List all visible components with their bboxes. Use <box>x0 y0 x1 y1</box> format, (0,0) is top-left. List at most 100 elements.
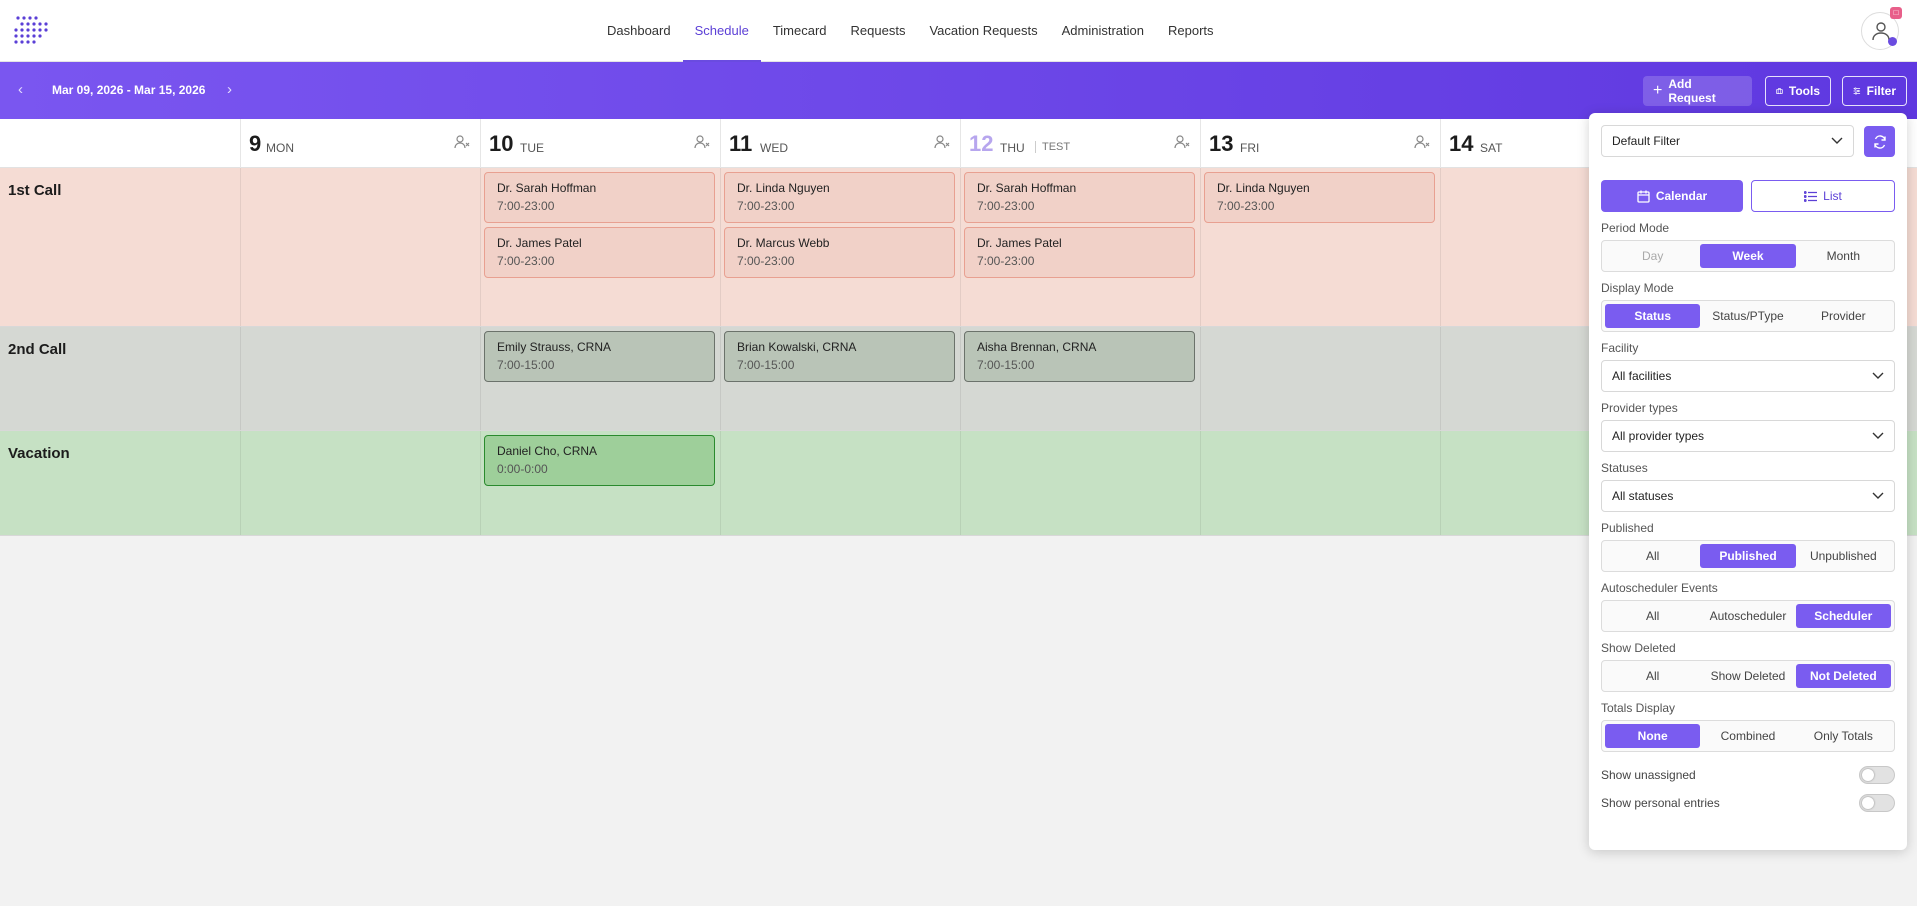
user-avatar[interactable]: □ <box>1861 7 1902 50</box>
column-divider <box>1200 327 1201 430</box>
provider-types-value: All provider types <box>1612 429 1705 443</box>
period-mode-segment: Day Week Month <box>1601 240 1895 272</box>
event-provider-name: Aisha Brennan, CRNA <box>977 340 1097 354</box>
show-personal-toggle[interactable] <box>1859 794 1895 812</box>
day-header-fri: 13 FRI <box>1200 119 1440 168</box>
deleted-not-deleted-option[interactable]: Not Deleted <box>1795 664 1891 688</box>
row-label: 1st Call <box>8 182 62 199</box>
add-request-button[interactable]: + Add Request <box>1643 76 1752 106</box>
list-view-button[interactable]: List <box>1751 180 1895 212</box>
statuses-select[interactable]: All statuses <box>1601 480 1895 512</box>
autoscheduler-scheduler-option[interactable]: Scheduler <box>1795 604 1891 628</box>
shift-event[interactable]: Emily Strauss, CRNA 7:00-15:00 <box>484 331 715 382</box>
deleted-show-option[interactable]: Show Deleted <box>1700 664 1795 688</box>
facility-select[interactable]: All facilities <box>1601 360 1895 392</box>
calendar-icon <box>1637 190 1650 203</box>
remove-person-icon[interactable] <box>1414 135 1430 154</box>
calendar-view-button[interactable]: Calendar <box>1601 180 1743 212</box>
totals-only-option[interactable]: Only Totals <box>1796 724 1891 748</box>
refresh-filter-button[interactable] <box>1864 126 1895 157</box>
shift-event[interactable]: Dr. James Patel 7:00-23:00 <box>964 227 1195 278</box>
event-provider-name: Dr. Linda Nguyen <box>1217 181 1310 195</box>
column-divider <box>1440 327 1441 430</box>
shift-event[interactable]: Aisha Brennan, CRNA 7:00-15:00 <box>964 331 1195 382</box>
shift-event[interactable]: Dr. Linda Nguyen 7:00-23:00 <box>724 172 955 223</box>
column-divider <box>720 327 721 430</box>
day-name: SAT <box>1480 141 1503 155</box>
day-number: 13 <box>1209 131 1234 156</box>
nav-dashboard[interactable]: Dashboard <box>595 0 683 62</box>
plus-icon: + <box>1653 82 1663 99</box>
display-status-option[interactable]: Status <box>1605 304 1701 328</box>
nav-requests[interactable]: Requests <box>839 0 918 62</box>
remove-person-icon[interactable] <box>694 135 710 154</box>
column-divider <box>1200 168 1201 326</box>
show-unassigned-label: Show unassigned <box>1601 768 1696 782</box>
nav-reports[interactable]: Reports <box>1156 0 1226 62</box>
shift-event[interactable]: Daniel Cho, CRNA 0:00-0:00 <box>484 435 715 486</box>
deleted-all-option[interactable]: All <box>1605 664 1700 688</box>
period-month-option[interactable]: Month <box>1796 244 1891 268</box>
tools-button[interactable]: Tools <box>1765 76 1831 106</box>
nav-schedule[interactable]: Schedule <box>682 0 762 62</box>
published-published-option[interactable]: Published <box>1700 544 1796 568</box>
column-divider <box>960 431 961 535</box>
published-unpublished-option[interactable]: Unpublished <box>1796 544 1891 568</box>
tools-label: Tools <box>1788 84 1820 98</box>
shift-event[interactable]: Brian Kowalski, CRNA 7:00-15:00 <box>724 331 955 382</box>
date-range-label: Mar 09, 2026 - Mar 15, 2026 <box>52 83 206 97</box>
facility-label: Facility <box>1601 341 1639 355</box>
next-week-icon[interactable]: › <box>227 81 232 98</box>
filter-panel: Default Filter Calendar List Period Mode… <box>1589 113 1907 850</box>
shift-event[interactable]: Dr. Marcus Webb 7:00-23:00 <box>724 227 955 278</box>
day-header-tue: 10 TUE <box>480 119 720 168</box>
published-segment: All Published Unpublished <box>1601 540 1895 572</box>
filter-button[interactable]: Filter <box>1842 76 1907 106</box>
day-header-mon: 9 MON <box>240 119 480 168</box>
show-unassigned-toggle[interactable] <box>1859 766 1895 784</box>
filter-preset-value: Default Filter <box>1612 134 1681 148</box>
day-tag: TEST <box>1035 141 1070 153</box>
app-logo[interactable] <box>12 14 56 46</box>
column-divider <box>720 168 721 326</box>
nav-administration[interactable]: Administration <box>1050 0 1156 62</box>
published-all-option[interactable]: All <box>1605 544 1700 568</box>
remove-person-icon[interactable] <box>454 135 470 154</box>
event-provider-name: Dr. James Patel <box>497 236 582 250</box>
column-divider <box>960 168 961 326</box>
shift-event[interactable]: Dr. James Patel 7:00-23:00 <box>484 227 715 278</box>
nav-timecard[interactable]: Timecard <box>761 0 839 62</box>
top-nav: Dashboard Schedule Timecard Requests Vac… <box>0 0 1917 62</box>
prev-week-icon[interactable]: ‹ <box>18 81 23 98</box>
event-time: 7:00-15:00 <box>497 358 555 372</box>
autoscheduler-autoscheduler-option[interactable]: Autoscheduler <box>1700 604 1795 628</box>
day-name: TUE <box>520 141 544 155</box>
shift-event[interactable]: Dr. Sarah Hoffman 7:00-23:00 <box>964 172 1195 223</box>
show-unassigned-row: Show unassigned <box>1601 766 1895 784</box>
nav-vacation-requests[interactable]: Vacation Requests <box>917 0 1049 62</box>
shift-event[interactable]: Dr. Linda Nguyen 7:00-23:00 <box>1204 172 1435 223</box>
provider-types-select[interactable]: All provider types <box>1601 420 1895 452</box>
remove-person-icon[interactable] <box>934 135 950 154</box>
period-week-option[interactable]: Week <box>1700 244 1796 268</box>
day-name: FRI <box>1240 141 1260 155</box>
column-divider <box>240 327 241 430</box>
event-time: 7:00-23:00 <box>737 199 795 213</box>
period-day-option[interactable]: Day <box>1605 244 1700 268</box>
list-view-label: List <box>1823 189 1842 203</box>
totals-combined-option[interactable]: Combined <box>1700 724 1795 748</box>
totals-none-option[interactable]: None <box>1605 724 1701 748</box>
shift-event[interactable]: Dr. Sarah Hoffman 7:00-23:00 <box>484 172 715 223</box>
display-provider-option[interactable]: Provider <box>1796 304 1891 328</box>
display-status-ptype-option[interactable]: Status/PType <box>1700 304 1795 328</box>
filter-label: Filter <box>1866 84 1896 98</box>
column-divider <box>240 431 241 535</box>
status-dot <box>1888 37 1897 46</box>
autoscheduler-all-option[interactable]: All <box>1605 604 1700 628</box>
nav-links: Dashboard Schedule Timecard Requests Vac… <box>595 0 1226 62</box>
show-personal-row: Show personal entries <box>1601 794 1895 812</box>
filter-preset-select[interactable]: Default Filter <box>1601 125 1854 157</box>
remove-person-icon[interactable] <box>1174 135 1190 154</box>
autoscheduler-label: Autoscheduler Events <box>1601 581 1718 595</box>
column-divider <box>1440 431 1441 535</box>
